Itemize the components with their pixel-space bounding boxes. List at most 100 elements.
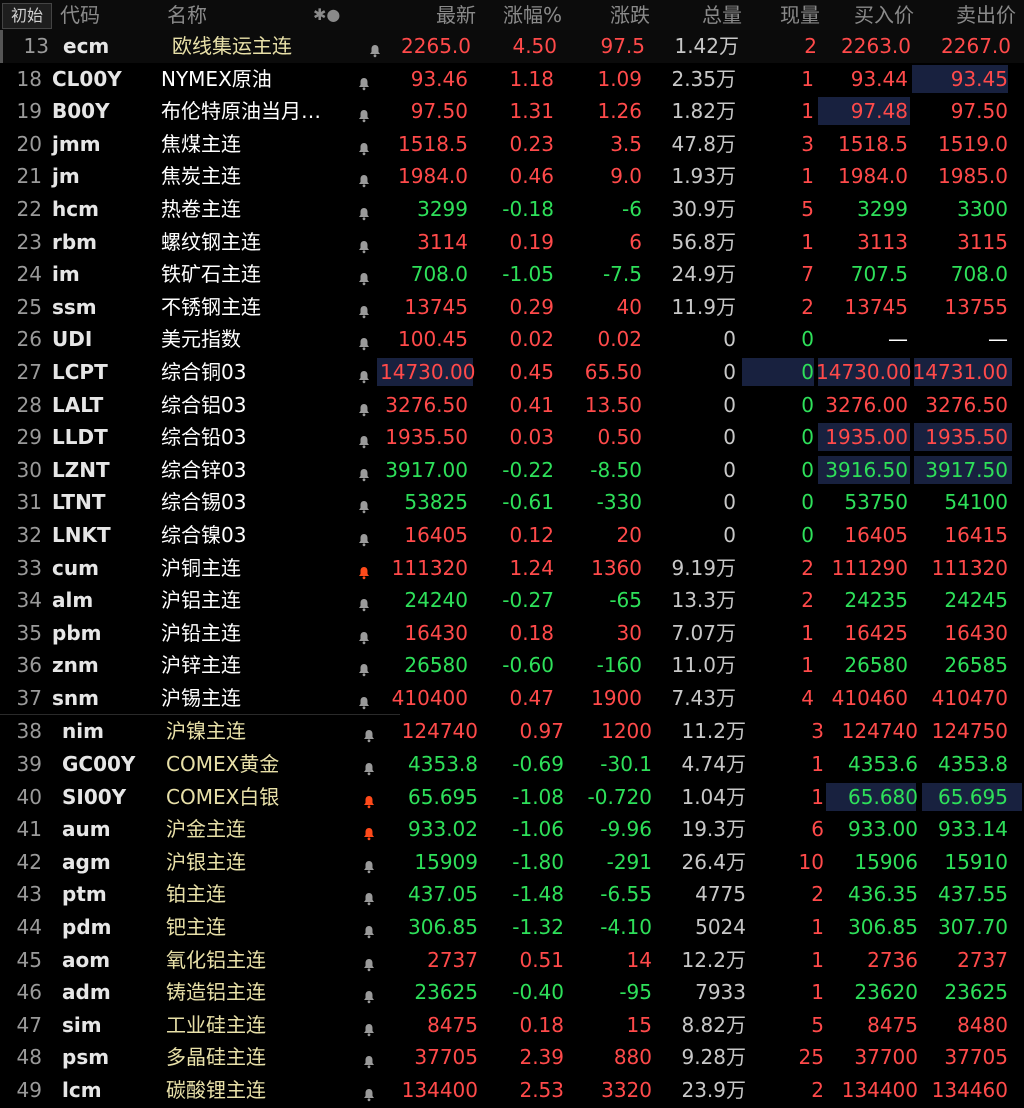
bell-icon[interactable] (357, 495, 371, 514)
table-row[interactable]: 18 CL00Y NYMEX原油 93.46 1.18 1.09 2.35万 1 93.44 93… (0, 63, 1024, 96)
contract-name[interactable]: COMEX黄金 (166, 748, 279, 781)
contract-name[interactable]: 铁矿石主连 (161, 258, 261, 291)
bell-icon[interactable] (362, 724, 376, 743)
contract-name[interactable]: 综合锌03 (161, 454, 246, 487)
table-row[interactable]: 38 nim 沪镍主连 124740 0.97 1200 11.2万 3 124740 12475… (0, 715, 1024, 748)
bell-icon[interactable] (357, 300, 371, 318)
contract-code[interactable]: agm (62, 846, 111, 879)
table-row[interactable]: 40 SI00Y COMEX白银 65.695 -1.08 -0.720 1.04万 1 65.… (0, 781, 1024, 814)
contract-code[interactable]: snm (52, 682, 99, 715)
bell-icon[interactable] (362, 1050, 376, 1069)
table-row[interactable]: 49 lcm 碳酸锂主连 134400 2.53 3320 23.9万 2 134400 1344… (0, 1074, 1024, 1107)
contract-name[interactable]: 沪锌主连 (161, 649, 241, 682)
bell-icon[interactable] (357, 691, 371, 710)
contract-code[interactable]: lcm (62, 1074, 102, 1107)
table-row[interactable]: 30 LZNT 综合锌03 3917.00 -0.22 -8.50 0 0 3916.50 391… (0, 454, 1024, 487)
bell-icon[interactable] (362, 1083, 376, 1102)
contract-code[interactable]: LLDT (52, 421, 108, 454)
table-row[interactable]: 44 pdm 钯主连 306.85 -1.32 -4.10 5024 1 306.85 307.7… (0, 911, 1024, 944)
header-name[interactable]: 名称 (167, 0, 207, 30)
header-pct[interactable]: 涨幅% (480, 0, 562, 30)
table-row[interactable]: 46 adm 铸造铝主连 23625 -0.40 -95 7933 1 23620 23625 (0, 976, 1024, 1009)
contract-code[interactable]: aom (62, 944, 110, 977)
contract-code[interactable]: LZNT (52, 454, 110, 487)
bell-icon[interactable] (357, 365, 371, 384)
contract-name[interactable]: 焦煤主连 (161, 128, 241, 161)
bell-icon[interactable] (362, 985, 376, 1004)
bell-icon[interactable] (357, 72, 371, 90)
contract-name[interactable]: 综合镍03 (161, 519, 246, 552)
contract-code[interactable]: hcm (52, 193, 99, 226)
table-row[interactable]: 42 agm 沪银主连 15909 -1.80 -291 26.4万 10 15906 15910 (0, 846, 1024, 879)
contract-code[interactable]: im (52, 258, 80, 291)
contract-name[interactable]: 沪锡主连 (161, 682, 241, 715)
header-last[interactable]: 最新 (390, 0, 476, 30)
table-row[interactable]: 47 sim 工业硅主连 8475 0.18 15 8.82万 5 8475 8480 (0, 1009, 1024, 1042)
contract-name[interactable]: 沪金主连 (166, 813, 246, 846)
contract-code[interactable]: alm (52, 584, 93, 617)
contract-code[interactable]: rbm (52, 226, 97, 259)
contract-name[interactable]: 综合铜03 (161, 356, 246, 389)
contract-code[interactable]: nim (62, 715, 104, 748)
bell-icon[interactable] (357, 137, 371, 155)
contract-code[interactable]: GC00Y (62, 748, 135, 781)
table-row[interactable]: 33 cum 沪铜主连 111320 1.24 1360 9.19万 2 111290 11132… (0, 552, 1024, 585)
contract-name[interactable]: 碳酸锂主连 (166, 1074, 266, 1107)
contract-name[interactable]: 钯主连 (166, 911, 226, 944)
bell-icon[interactable] (362, 1018, 376, 1037)
bell-icon[interactable] (357, 658, 371, 677)
alert-bell-icon[interactable] (362, 822, 376, 841)
table-row[interactable]: 22 hcm 热卷主连 3299 -0.18 -6 30.9万 5 3299 3300 (0, 193, 1024, 226)
contract-name[interactable]: 铂主连 (166, 878, 226, 911)
contract-name[interactable]: 沪银主连 (166, 846, 246, 879)
bell-icon[interactable] (362, 855, 376, 874)
contract-name[interactable]: 布伦特原油当月… (161, 95, 321, 128)
contract-code[interactable]: LCPT (52, 356, 108, 389)
table-row[interactable]: 41 aum 沪金主连 933.02 -1.06 -9.96 19.3万 6 933.00 933… (0, 813, 1024, 846)
contract-name[interactable]: 综合铝03 (161, 389, 246, 422)
contract-code[interactable]: pdm (62, 911, 111, 944)
contract-name[interactable]: 沪铅主连 (161, 617, 241, 650)
header-ask[interactable]: 卖出价 (920, 0, 1016, 30)
bell-icon[interactable] (362, 953, 376, 971)
contract-code[interactable]: CL00Y (52, 63, 122, 96)
alert-bell-icon[interactable] (357, 561, 371, 579)
contract-code[interactable]: LALT (52, 389, 103, 422)
bell-icon[interactable] (357, 332, 371, 351)
contract-name[interactable]: 焦炭主连 (161, 160, 241, 193)
contract-name[interactable]: 工业硅主连 (166, 1009, 266, 1042)
bell-icon[interactable] (357, 463, 371, 481)
contract-code[interactable]: adm (62, 976, 111, 1009)
bell-icon[interactable] (368, 39, 382, 58)
table-row[interactable]: 34 alm 沪铝主连 24240 -0.27 -65 13.3万 2 24235 24245 (0, 584, 1024, 617)
bell-icon[interactable] (357, 528, 371, 547)
contract-code[interactable]: B00Y (52, 95, 110, 128)
contract-code[interactable]: jm (52, 160, 80, 193)
bell-icon[interactable] (362, 887, 376, 906)
contract-code[interactable]: UDI (52, 323, 92, 356)
contract-code[interactable]: ssm (52, 291, 97, 324)
contract-name[interactable]: 沪铝主连 (161, 584, 241, 617)
contract-code[interactable]: LNKT (52, 519, 111, 552)
bell-icon[interactable] (357, 626, 371, 644)
table-row[interactable]: 32 LNKT 综合镍03 16405 0.12 20 0 0 16405 16415 (0, 519, 1024, 552)
table-row[interactable]: 28 LALT 综合铝03 3276.50 0.41 13.50 0 0 3276.00 3276… (0, 389, 1024, 422)
table-row[interactable]: 29 LLDT 综合铅03 1935.50 0.03 0.50 0 0 1935.00 1935.… (0, 421, 1024, 454)
bell-icon[interactable] (357, 235, 371, 253)
table-row[interactable]: 35 pbm 沪铅主连 16430 0.18 30 7.07万 1 16425 16430 (0, 617, 1024, 650)
contract-code[interactable]: LTNT (52, 486, 105, 519)
header-code[interactable]: 代码 (60, 0, 100, 30)
contract-code[interactable]: SI00Y (62, 781, 126, 814)
contract-name[interactable]: 美元指数 (161, 323, 241, 356)
table-row[interactable]: 48 psm 多晶硅主连 37705 2.39 880 9.28万 25 37700 37705 (0, 1041, 1024, 1074)
contract-code[interactable]: ecm (63, 30, 109, 63)
init-button[interactable]: 初始 (2, 3, 53, 29)
contract-name[interactable]: 螺纹钢主连 (161, 226, 261, 259)
bell-icon[interactable] (357, 169, 371, 188)
bell-icon[interactable] (357, 202, 371, 221)
contract-code[interactable]: aum (62, 813, 111, 846)
contract-name[interactable]: 沪铜主连 (161, 552, 241, 585)
table-row[interactable]: 26 UDI 美元指数 100.45 0.02 0.02 0 0 — — (0, 323, 1024, 356)
contract-code[interactable]: jmm (52, 128, 101, 161)
header-chg[interactable]: 涨跌 (570, 0, 650, 30)
